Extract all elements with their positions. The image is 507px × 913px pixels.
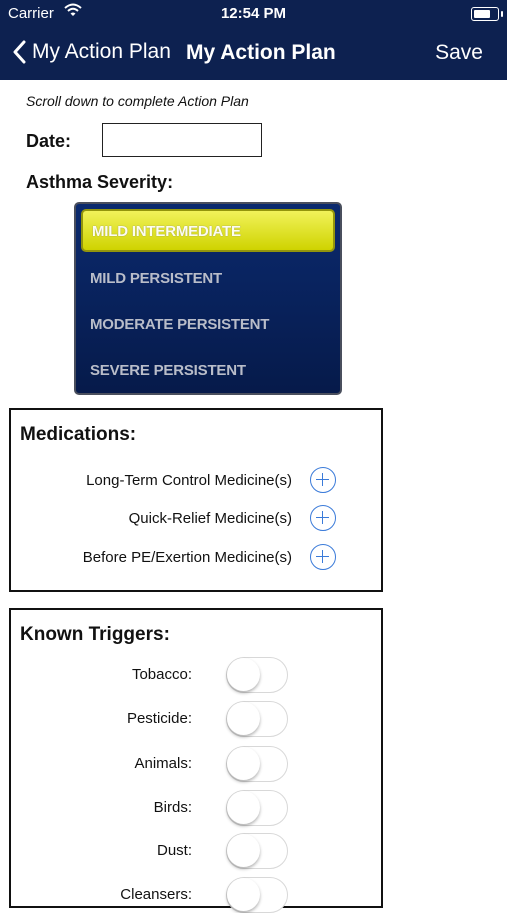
severity-label: Asthma Severity: [26,172,174,192]
severity-picker[interactable]: MILD INTERMEDIATE MILD PERSISTENT MODERA… [74,202,342,395]
toggle-knob [227,834,260,867]
severity-option-moderate-persistent[interactable]: MODERATE PERSISTENT [90,316,269,333]
page-title: My Action Plan [186,41,336,64]
trigger-row-birds: Birds: [11,790,381,826]
date-input[interactable] [102,123,262,157]
tobacco-toggle[interactable] [226,657,288,693]
toggle-knob [227,878,260,911]
trigger-row-cleansers: Cleansers: [11,877,381,913]
plus-circle-icon[interactable] [310,505,336,531]
birds-toggle[interactable] [226,790,288,826]
trigger-label: Animals: [134,755,192,772]
status-bar: Carrier 12:54 PM [0,0,507,28]
toggle-knob [227,702,260,735]
clock: 12:54 PM [220,5,287,22]
dust-toggle[interactable] [226,833,288,869]
medications-section: Medications: Long-Term Control Medicine(… [9,408,383,592]
plus-circle-icon[interactable] [310,467,336,493]
trigger-row-tobacco: Tobacco: [11,657,381,693]
save-button[interactable]: Save [435,41,483,65]
triggers-title: Known Triggers: [20,624,170,645]
severity-option-mild-persistent[interactable]: MILD PERSISTENT [90,270,222,287]
trigger-row-dust: Dust: [11,833,381,869]
plus-circle-icon[interactable] [310,544,336,570]
toggle-knob [227,791,260,824]
trigger-label: Dust: [156,842,192,859]
toggle-knob [227,658,260,691]
medications-title: Medications: [20,424,137,445]
top-bar: Carrier 12:54 PM My Action Plan My Actio… [0,0,507,80]
trigger-label: Birds: [153,799,192,816]
medication-label: Quick-Relief Medicine(s) [128,509,292,527]
trigger-row-pesticide: Pesticide: [11,701,381,737]
severity-option-mild-intermediate[interactable]: MILD INTERMEDIATE [81,209,335,252]
toggle-knob [227,747,260,780]
scroll-hint: Scroll down to complete Action Plan [26,93,249,109]
battery-icon [471,7,503,21]
back-label: My Action Plan [32,40,171,63]
cleansers-toggle[interactable] [226,877,288,913]
animals-toggle[interactable] [226,746,288,782]
medication-label: Before PE/Exertion Medicine(s) [82,548,292,566]
trigger-label: Pesticide: [126,710,192,727]
trigger-row-animals: Animals: [11,746,381,782]
medication-row-quick-relief: Quick-Relief Medicine(s) [129,505,336,531]
severity-option-severe-persistent[interactable]: SEVERE PERSISTENT [90,362,246,379]
back-button[interactable]: My Action Plan [12,40,171,64]
pesticide-toggle[interactable] [226,701,288,737]
chevron-left-icon [13,40,26,64]
medication-row-before-pe: Before PE/Exertion Medicine(s) [83,544,336,570]
trigger-label: Tobacco: [131,666,192,683]
navigation-bar: My Action Plan My Action Plan Save [0,28,507,80]
medication-label: Long-Term Control Medicine(s) [86,471,292,489]
known-triggers-section: Known Triggers: Tobacco: Pesticide: Anim… [9,608,383,913]
trigger-label: Cleansers: [120,886,192,903]
date-label: Date: [26,131,72,151]
medication-row-long-term: Long-Term Control Medicine(s) [86,467,336,493]
